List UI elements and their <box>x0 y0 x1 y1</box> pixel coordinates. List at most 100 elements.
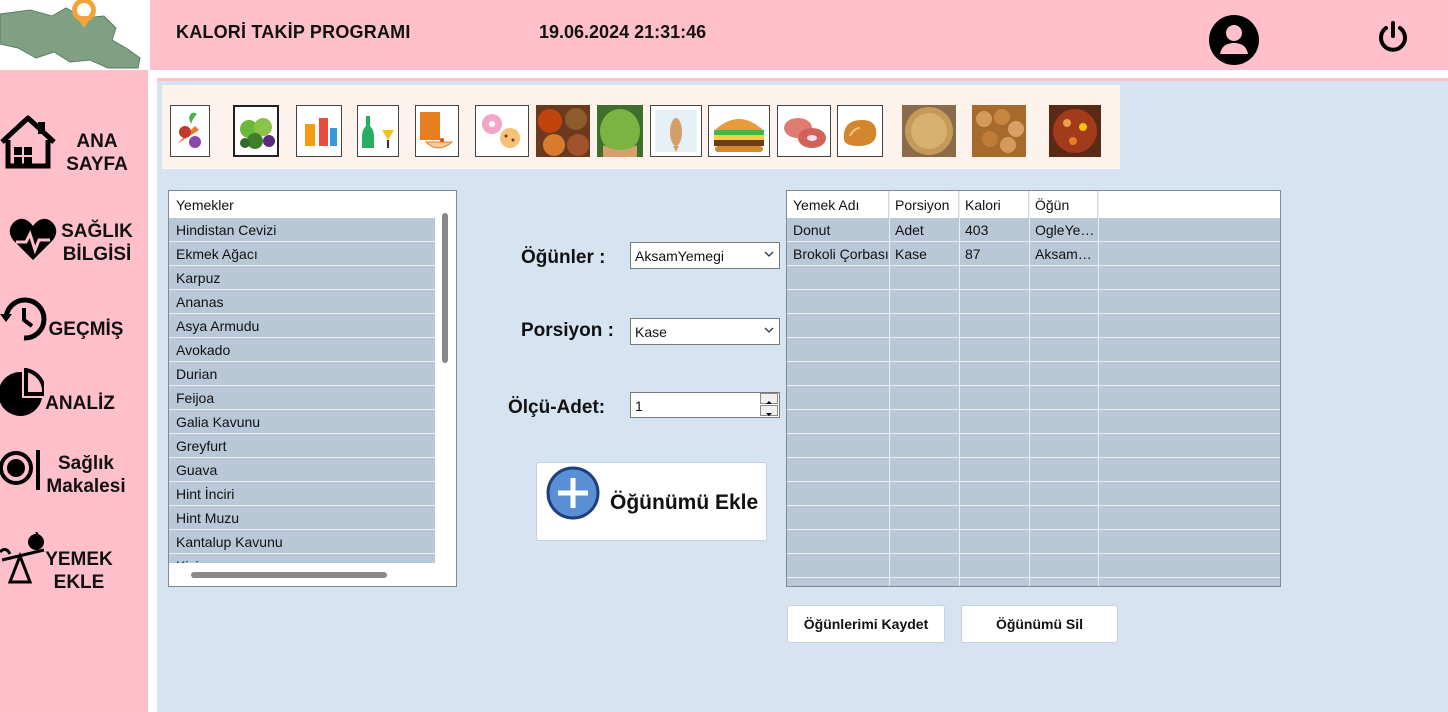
list-item[interactable]: Karpuz <box>169 266 435 290</box>
table-cell: Kase <box>895 246 927 262</box>
column-header-meal[interactable]: Öğün <box>1029 191 1098 218</box>
portion-select[interactable]: Kase <box>630 318 780 345</box>
sidebar-item-home[interactable]: ANA SAYFA <box>0 112 148 176</box>
table-row[interactable] <box>787 266 1280 290</box>
sidebar-item-history[interactable]: GEÇMİŞ <box>0 292 148 348</box>
drinks-icon[interactable] <box>296 105 342 157</box>
list-item[interactable]: Galia Kavunu <box>169 410 435 434</box>
table-row[interactable] <box>787 482 1280 506</box>
history-icon <box>0 297 47 341</box>
fruits-icon[interactable] <box>233 105 279 157</box>
nuts-icon[interactable] <box>972 105 1026 157</box>
plate-icon <box>0 450 40 490</box>
table-cell: 403 <box>965 222 989 238</box>
list-item[interactable]: Asya Armudu <box>169 314 435 338</box>
table-row[interactable] <box>787 386 1280 410</box>
list-item[interactable]: Hint İnciri <box>169 482 435 506</box>
soup-icon[interactable] <box>902 105 956 157</box>
add-meal-button-label: Öğünümü Ekle <box>610 491 759 514</box>
list-item[interactable]: Ananas <box>169 290 435 314</box>
table-row[interactable]: Donut Adet 403 OgleYemegi <box>787 218 1280 242</box>
sidebar-item-label: ANA SAYFA <box>66 131 128 175</box>
table-row[interactable] <box>787 338 1280 362</box>
sidebar: ANA SAYFA SAĞLIK BİLGİSİ GEÇMİŞ ANALİZ S… <box>0 70 148 712</box>
table-row[interactable]: Brokoli Çorbası Kase 87 AksamYemegi <box>787 242 1280 266</box>
meal-table-header: Yemek Adı Porsiyon Kalori Öğün <box>787 191 1280 218</box>
current-datetime: 19.06.2024 21:31:46 <box>539 22 707 42</box>
power-icon[interactable] <box>1376 20 1410 54</box>
table-row[interactable] <box>787 410 1280 434</box>
foods-list-body: Hindistan Cevizi Ekmek Ağacı Karpuz Ananas A… <box>169 218 435 563</box>
chevron-down-icon <box>766 413 772 416</box>
user-circle-icon[interactable] <box>1208 14 1260 66</box>
fastfood-icon[interactable] <box>708 105 770 157</box>
foods-list-header: Yemekler <box>169 191 456 218</box>
list-item[interactable]: Kivi <box>169 554 435 563</box>
alcohol-icon[interactable] <box>357 105 399 157</box>
table-row[interactable] <box>787 530 1280 554</box>
dishes-icon[interactable] <box>1049 105 1101 157</box>
add-meal-button[interactable]: Öğünümü Ekle <box>536 462 767 541</box>
cereal-icon[interactable] <box>415 105 459 157</box>
app-logo <box>0 0 150 70</box>
home-icon <box>0 115 56 169</box>
plus-circle-icon <box>546 466 600 520</box>
sidebar-item-health-info[interactable]: SAĞLIK BİLGİSİ <box>0 210 148 270</box>
table-cell: Brokoli Çorbası <box>793 246 889 262</box>
table-cell: Donut <box>793 222 831 238</box>
spin-down-button[interactable] <box>760 405 778 416</box>
heart-pulse-icon <box>9 218 57 260</box>
table-row[interactable] <box>787 458 1280 482</box>
table-row[interactable] <box>787 554 1280 578</box>
list-item[interactable]: Kantalup Kavunu <box>169 530 435 554</box>
food-category-bar <box>162 85 1120 169</box>
table-row[interactable] <box>787 314 1280 338</box>
portion-label: Porsiyon : <box>521 320 614 341</box>
sidebar-item-analysis[interactable]: ANALİZ <box>0 366 148 422</box>
list-item[interactable]: Guava <box>169 458 435 482</box>
meals-select[interactable]: AksamYemegi <box>630 242 780 269</box>
list-item[interactable]: Durian <box>169 362 435 386</box>
list-item[interactable]: Greyfurt <box>169 434 435 458</box>
sidebar-item-label: YEMEK EKLE <box>45 549 113 593</box>
sidebar-item-label: Sağlık Makalesi <box>46 453 126 497</box>
list-item[interactable]: Hint Muzu <box>169 506 435 530</box>
portion-select-value: Kase <box>635 324 667 340</box>
bread-icon[interactable] <box>837 105 883 157</box>
table-row[interactable] <box>787 434 1280 458</box>
list-item[interactable]: Avokado <box>169 338 435 362</box>
delete-meal-button[interactable]: Öğünümü Sil <box>961 605 1118 643</box>
column-header-calorie[interactable]: Kalori <box>959 191 1029 218</box>
snacks-icon[interactable] <box>475 105 529 157</box>
chevron-down-icon <box>764 251 774 257</box>
sidebar-item-label: SAĞLIK BİLGİSİ <box>61 221 133 265</box>
sidebar-item-add-food[interactable]: YEMEK EKLE <box>0 532 148 598</box>
column-header-portion[interactable]: Porsiyon <box>889 191 959 218</box>
vegetables-icon[interactable] <box>170 105 210 157</box>
legumes-icon[interactable] <box>597 105 643 157</box>
quantity-stepper[interactable]: 1 <box>630 392 780 418</box>
chevron-down-icon <box>764 327 774 333</box>
analysis-icon <box>0 368 44 416</box>
column-header-food-name[interactable]: Yemek Adı <box>787 191 889 218</box>
save-meals-button[interactable]: Öğünlerimi Kaydet <box>787 605 945 643</box>
table-row[interactable] <box>787 290 1280 314</box>
quantity-spin-buttons <box>760 393 778 417</box>
list-item[interactable]: Feijoa <box>169 386 435 410</box>
list-item[interactable]: Hindistan Cevizi <box>169 218 435 242</box>
meals-label: Öğünler : <box>521 247 606 268</box>
table-cell: 87 <box>965 246 981 262</box>
meat-icon[interactable] <box>777 105 831 157</box>
spices-icon[interactable] <box>536 105 590 157</box>
table-row[interactable] <box>787 506 1280 530</box>
table-cell: OgleYemegi <box>1035 222 1098 238</box>
table-row[interactable] <box>787 362 1280 386</box>
column-divider <box>1029 191 1030 586</box>
list-item[interactable]: Ekmek Ağacı <box>169 242 435 266</box>
foods-vertical-scroll-thumb[interactable] <box>442 213 448 363</box>
sidebar-item-health-article[interactable]: Sağlık Makalesi <box>0 446 148 502</box>
spin-up-button[interactable] <box>760 393 778 404</box>
top-header: KALORİ TAKİP PROGRAMI 19.06.2024 21:31:4… <box>150 0 1448 70</box>
fish-icon[interactable] <box>650 105 702 157</box>
foods-horizontal-scroll-thumb[interactable] <box>191 572 387 578</box>
